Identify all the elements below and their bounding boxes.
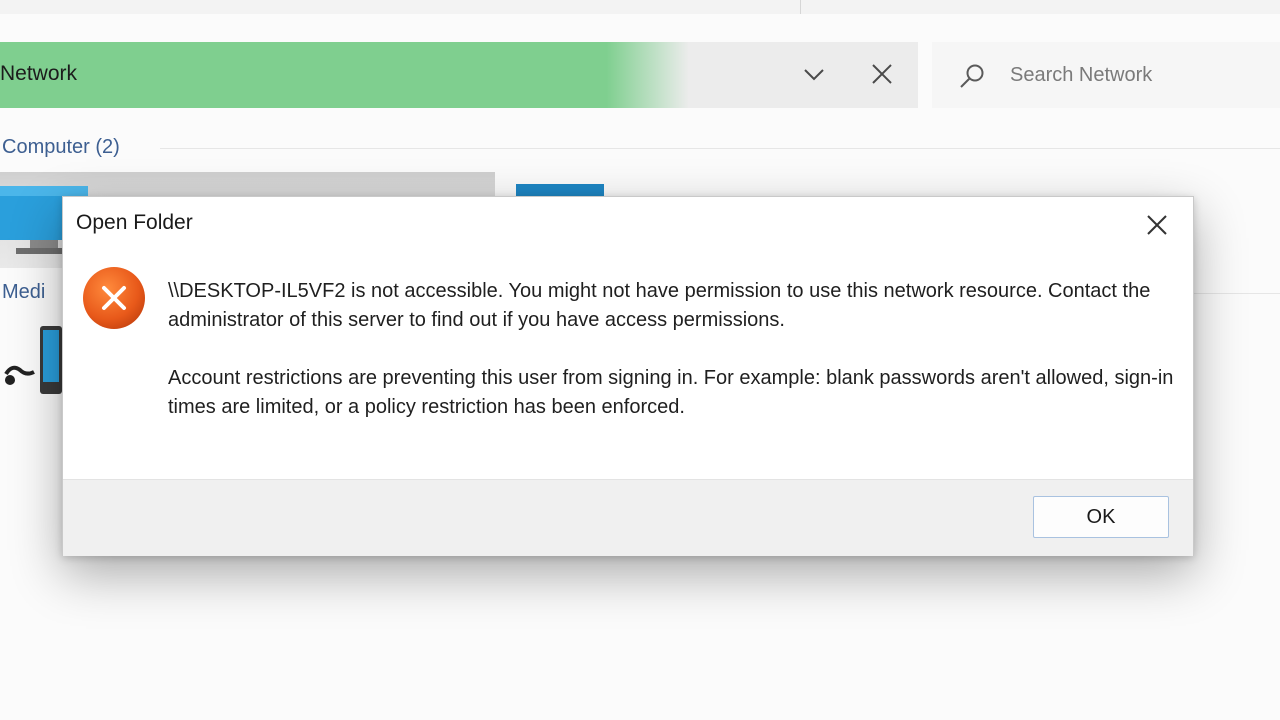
error-dialog: Open Folder \\DESKTOP-IL5VF2 is not acce… — [62, 196, 1194, 556]
search-icon — [960, 64, 984, 88]
group-header-computer[interactable]: Computer (2) — [2, 136, 120, 159]
search-input[interactable] — [1010, 60, 1270, 90]
address-clear-button[interactable] — [864, 56, 900, 92]
dialog-close-button[interactable] — [1137, 205, 1177, 245]
group-divider — [160, 148, 1280, 149]
close-icon — [872, 64, 892, 84]
group-header-media[interactable]: Medi — [2, 281, 45, 304]
toolbar-divider — [800, 0, 801, 14]
search-box[interactable] — [932, 42, 1280, 108]
group-divider — [1192, 293, 1280, 294]
dialog-message-main: \\DESKTOP-IL5VF2 is not accessible. You … — [168, 280, 1151, 331]
ok-button[interactable]: OK — [1033, 496, 1169, 538]
dialog-footer: OK — [63, 479, 1193, 556]
error-icon — [83, 267, 145, 329]
address-history-button[interactable] — [798, 56, 830, 92]
address-progress-fill — [0, 42, 689, 108]
address-text[interactable]: Network — [0, 62, 77, 86]
explorer-window: Network Computer (2) Medi — [0, 0, 1280, 720]
chevron-down-icon — [804, 69, 824, 81]
dialog-title: Open Folder — [76, 211, 193, 234]
toolbar-strip — [0, 0, 1280, 14]
media-device-icon[interactable] — [0, 322, 64, 398]
dialog-message-detail: Account restrictions are preventing this… — [168, 367, 1174, 418]
close-icon — [1147, 215, 1167, 235]
address-bar[interactable]: Network — [0, 42, 918, 108]
dialog-message: \\DESKTOP-IL5VF2 is not accessible. You … — [168, 277, 1178, 422]
